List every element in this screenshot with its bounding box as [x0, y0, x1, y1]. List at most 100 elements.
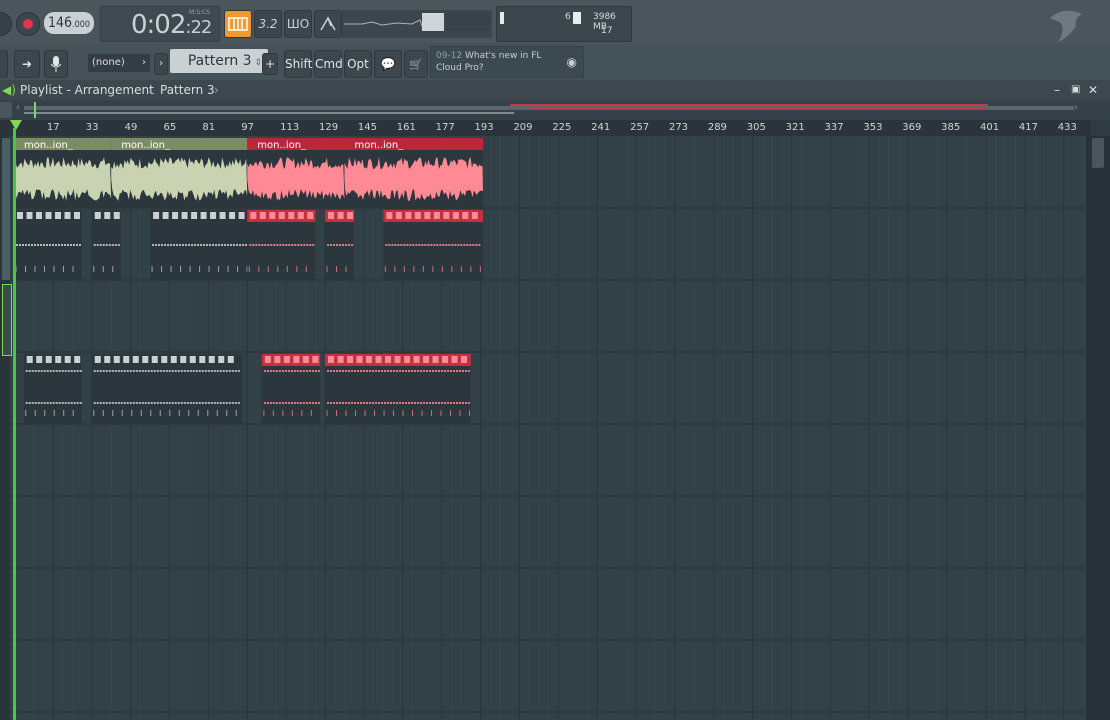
loop-record-button[interactable]: ШΟ — [284, 10, 312, 38]
track-header-3[interactable] — [2, 284, 12, 356]
pattern-step — [58, 244, 60, 246]
vertical-scroll-thumb[interactable] — [1092, 138, 1104, 168]
typing-keyboard-button[interactable]: 3.2 — [254, 10, 282, 38]
pattern-clip-body — [14, 222, 83, 280]
overview-scrollbar[interactable]: ‹ › — [0, 100, 1110, 120]
pattern-step — [333, 402, 336, 404]
shop-button[interactable]: 🛒 — [404, 50, 428, 78]
cpu-value: 6 — [565, 12, 571, 22]
left-edge-button[interactable] — [0, 50, 8, 78]
pattern-song-toggle[interactable] — [224, 10, 252, 38]
pattern-step — [195, 370, 198, 372]
pattern-note-icon — [227, 356, 234, 363]
pattern-step — [123, 402, 126, 404]
pattern-step — [412, 244, 415, 246]
pattern-step — [255, 244, 258, 246]
pattern-note-icon — [424, 212, 431, 219]
metronome-icon[interactable] — [314, 10, 342, 38]
pattern-step — [342, 244, 345, 246]
pattern-step — [396, 402, 399, 404]
minimize-icon[interactable]: – — [1054, 80, 1060, 100]
pattern-step — [135, 402, 138, 404]
pattern-step — [276, 244, 279, 246]
output-select[interactable]: (none) › — [88, 54, 150, 72]
pattern-step — [429, 370, 432, 372]
pattern-step — [102, 244, 105, 246]
playlist-grid[interactable]: mon..ion_ mon..ion_ mon..ion_ mon..ion_ — [0, 136, 1086, 720]
pattern-step — [405, 402, 408, 404]
pattern-selector[interactable]: Pattern 3 ⇕ — [170, 49, 268, 73]
pattern-step — [209, 244, 212, 246]
overview-playhead — [34, 102, 36, 118]
pattern-step — [46, 370, 49, 372]
opt-button[interactable]: Opt — [344, 50, 372, 78]
pattern-step — [245, 244, 248, 246]
pattern-step — [466, 244, 469, 246]
tempo-display[interactable]: 146.000 — [44, 12, 94, 34]
pattern-step — [333, 244, 336, 246]
pattern-step — [144, 370, 147, 372]
pattern-step — [210, 402, 213, 404]
pattern-step — [185, 244, 188, 246]
pattern-step — [417, 402, 420, 404]
pattern-step — [228, 402, 231, 404]
ruler-bar-321: 321 — [785, 122, 805, 133]
pattern-step — [28, 244, 30, 246]
maximize-icon[interactable]: ▣ — [1071, 80, 1080, 100]
pattern-step — [275, 370, 278, 372]
playhead[interactable] — [13, 128, 16, 720]
pattern-step — [207, 370, 210, 372]
pattern-step — [93, 370, 96, 372]
vertical-scrollbar[interactable] — [1086, 136, 1110, 720]
pattern-prev-button[interactable]: › — [154, 53, 168, 75]
record-button[interactable] — [16, 12, 40, 36]
shift-button[interactable]: Shift — [284, 50, 312, 78]
scroll-right-icon[interactable]: › — [1074, 102, 1078, 113]
arrow-right-button[interactable]: ➜ — [14, 50, 40, 78]
pattern-step — [462, 370, 465, 372]
pattern-note-icon — [423, 356, 430, 363]
speech-bubble-icon: 💬 — [380, 57, 396, 71]
news-panel[interactable]: 09-12 What's new in FL Cloud Pro? ◉ — [430, 46, 584, 78]
pattern-step — [165, 370, 168, 372]
pattern-step — [132, 370, 135, 372]
pattern-note-icon — [347, 212, 354, 219]
playhead-marker-icon[interactable] — [10, 120, 22, 130]
snap-button[interactable] — [0, 102, 12, 118]
pattern-step — [420, 370, 423, 372]
pattern-note-icon — [151, 356, 158, 363]
pattern-step — [448, 244, 451, 246]
play-button[interactable] — [0, 12, 12, 36]
pattern-note-icon — [153, 212, 160, 219]
pattern-step — [272, 370, 275, 372]
overview-thumb[interactable] — [24, 112, 514, 114]
timeline-ruler[interactable]: 17 33 49 65 81 97 113 129 145 161 177 193 209 225 241 2… — [0, 120, 1090, 136]
pattern-step — [330, 244, 333, 246]
audio-clip-name: mon..ion_ — [24, 140, 74, 151]
pattern-note-icon — [219, 212, 226, 219]
pattern-step — [105, 402, 108, 404]
pattern-step — [105, 244, 108, 246]
add-pattern-button[interactable]: + — [262, 53, 278, 75]
track-header-1[interactable] — [2, 138, 10, 280]
pattern-step — [299, 370, 302, 372]
pattern-step — [302, 370, 305, 372]
time-display[interactable]: 0:02:22 M:S:CS — [100, 6, 220, 42]
pattern-note-icon — [328, 356, 335, 363]
pattern-note-icon — [347, 356, 354, 363]
help-chat-button[interactable]: 💬 — [374, 50, 402, 78]
pattern-step — [55, 402, 58, 404]
pattern-step — [129, 402, 132, 404]
pattern-step — [28, 402, 31, 404]
pattern-step — [153, 402, 156, 404]
microphone-button[interactable] — [44, 50, 68, 78]
pattern-note-icon — [180, 356, 187, 363]
pattern-step — [19, 244, 21, 246]
cmd-button[interactable]: Cmd — [314, 50, 343, 78]
pattern-step — [336, 244, 339, 246]
close-icon[interactable]: ✕ — [1088, 80, 1098, 100]
scroll-left-icon[interactable]: ‹ — [16, 102, 20, 113]
pattern-step — [426, 402, 429, 404]
pattern-step — [216, 402, 219, 404]
pattern-step — [204, 370, 207, 372]
